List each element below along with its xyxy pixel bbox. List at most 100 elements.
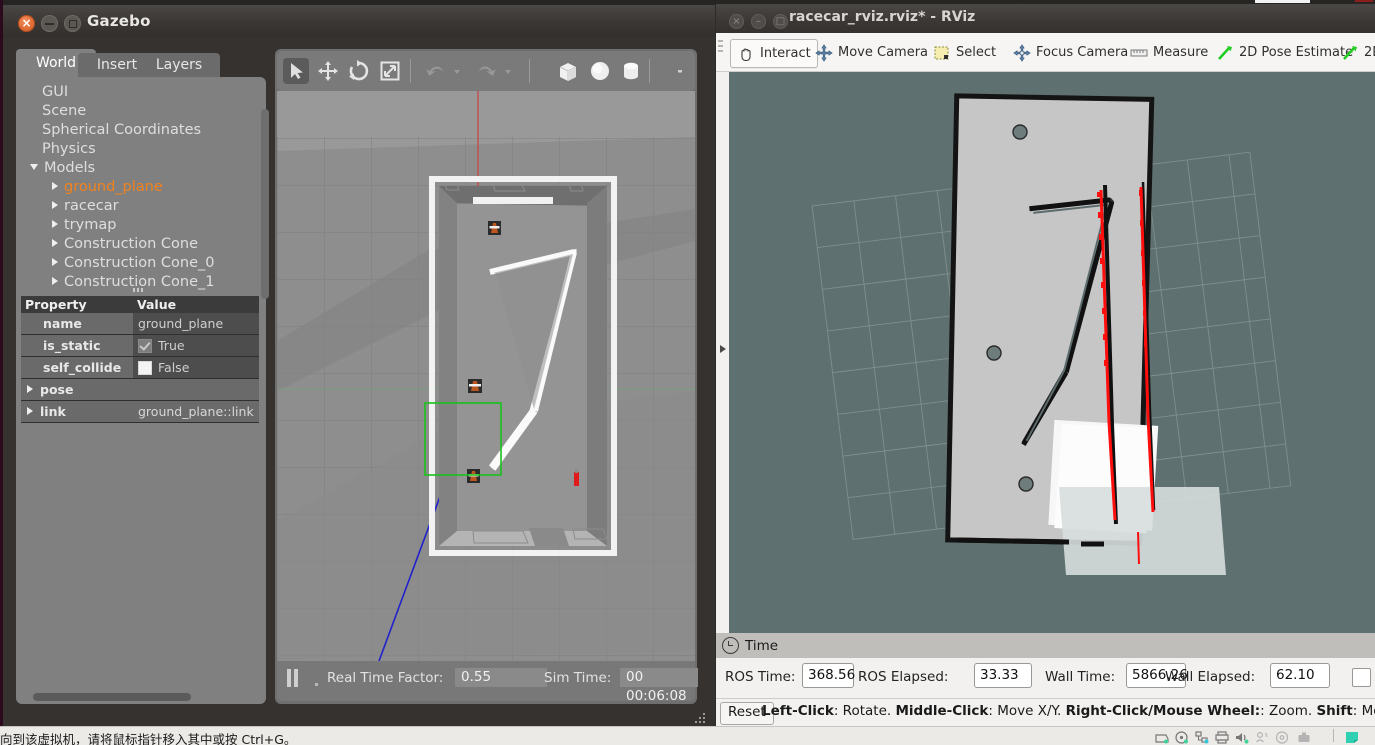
tree-item-label: Physics xyxy=(42,141,96,157)
property-table-header: Property Value xyxy=(21,296,259,313)
chevron-down-icon[interactable] xyxy=(30,164,38,170)
maximize-icon xyxy=(64,15,81,32)
checkbox-self_collide[interactable] xyxy=(138,360,152,375)
rviz-close-button[interactable]: × xyxy=(729,14,744,29)
property-row-pose[interactable]: pose xyxy=(21,379,259,401)
gazebo-close-button[interactable]: × xyxy=(18,15,35,32)
box-icon xyxy=(559,63,577,81)
rviz-experimental-checkbox[interactable] xyxy=(1352,668,1371,687)
tree-item-gui[interactable]: GUI xyxy=(30,83,68,102)
minimize-icon: – xyxy=(756,16,761,27)
hand-icon xyxy=(737,45,755,63)
rviz-tool-move-camera[interactable]: Move Camera xyxy=(815,39,928,66)
rviz-tool-measure[interactable]: Measure xyxy=(1130,39,1208,66)
time-label-3: Wall Elapsed: xyxy=(1165,669,1256,685)
sound-icon[interactable] xyxy=(1235,729,1249,744)
chevron-right-icon[interactable] xyxy=(52,277,58,285)
gazebo-toolbar xyxy=(277,51,695,91)
undo-arrow-icon xyxy=(426,66,443,76)
tree-item-construction-cone-0[interactable]: Construction Cone_0 xyxy=(52,254,215,273)
gazebo-tree-scrollbar[interactable] xyxy=(261,109,269,299)
rviz-tool-label: Move Camera xyxy=(838,45,929,60)
rviz-expand-dock-arrow[interactable] xyxy=(720,345,726,353)
time-value-0[interactable]: 368.56 xyxy=(802,663,855,688)
chevron-right-icon[interactable] xyxy=(52,239,58,247)
hint-part-5: : Zoom. xyxy=(1260,703,1317,719)
checkbox-is_static[interactable] xyxy=(138,338,152,353)
rviz-tool-label: 2D Pose Estimate xyxy=(1239,45,1354,60)
user-icon[interactable] xyxy=(1255,729,1269,743)
tree-item-scene[interactable]: Scene xyxy=(30,102,86,121)
chevron-right-icon[interactable] xyxy=(27,407,33,415)
cd-icon[interactable] xyxy=(1175,729,1189,744)
gazebo-horizontal-scrollbar[interactable] xyxy=(33,693,191,701)
usb-icon[interactable] xyxy=(1297,729,1311,742)
property-row-link[interactable]: link ground_plane::link xyxy=(21,401,259,423)
gazebo-window: × Gazebo World Insert Layers GUI Scene Spher… xyxy=(3,5,975,727)
rviz-tool-2d-pose-estimate[interactable]: 2D Pose Estimate xyxy=(1216,39,1353,66)
tree-item-physics[interactable]: Physics xyxy=(30,140,96,159)
gazebo-redo-tool[interactable] xyxy=(473,58,499,84)
gazebo-scale-tool[interactable] xyxy=(377,58,403,84)
rviz-maximize-button[interactable]: □ xyxy=(773,14,788,29)
time-value-3[interactable]: 62.10 xyxy=(1270,663,1330,688)
disc-icon[interactable] xyxy=(1275,729,1289,744)
rviz-toolbar-grip[interactable] xyxy=(718,40,723,56)
gazebo-box-tool[interactable] xyxy=(555,58,581,84)
property-key-label: pose xyxy=(40,382,74,397)
network-icon[interactable] xyxy=(1195,729,1209,744)
chevron-right-icon[interactable] xyxy=(52,258,58,266)
property-value-label: True xyxy=(158,338,185,353)
tree-item-ground-plane[interactable]: ground_plane xyxy=(52,178,163,197)
rviz-3d-viewport[interactable] xyxy=(729,72,1375,633)
tree-item-label: ground_plane xyxy=(64,179,163,195)
note-icon[interactable] xyxy=(1345,729,1359,743)
gazebo-cylinder-tool[interactable] xyxy=(618,58,644,84)
pose-arrow-icon xyxy=(1216,44,1234,62)
move-arrows-icon xyxy=(318,61,338,81)
rviz-tool-label: Focus Camera xyxy=(1036,45,1129,60)
gazebo-rotate-tool[interactable] xyxy=(346,58,372,84)
property-row-self_collide[interactable]: self_collide False xyxy=(21,357,259,379)
gazebo-more-tool[interactable] xyxy=(667,58,693,84)
tree-item-racecar[interactable]: racecar xyxy=(52,197,119,216)
tree-item-spherical-coordinates[interactable]: Spherical Coordinates xyxy=(30,121,201,140)
rviz-tool-select[interactable]: Select xyxy=(933,39,996,66)
gazebo-tab-layers[interactable]: Layers xyxy=(138,53,220,77)
rviz-tool-focus-camera[interactable]: Focus Camera xyxy=(1013,39,1128,66)
gazebo-resize-grip[interactable] xyxy=(693,713,707,727)
property-row-name[interactable]: name ground_plane xyxy=(21,313,259,335)
printer-icon[interactable] xyxy=(1215,729,1229,744)
chevron-right-icon[interactable] xyxy=(52,182,58,190)
gazebo-sphere-tool[interactable] xyxy=(587,58,613,84)
disk-icon[interactable] xyxy=(1155,729,1169,744)
property-row-is_static[interactable]: is_static True xyxy=(21,335,259,357)
gazebo-maximize-button[interactable] xyxy=(64,15,81,32)
close-icon: × xyxy=(732,16,741,27)
gazebo-select-tool[interactable] xyxy=(283,58,309,84)
tab-label: World xyxy=(35,55,77,71)
gazebo-undo-tool[interactable] xyxy=(423,58,449,84)
time-value-1[interactable]: 33.33 xyxy=(974,663,1032,688)
gazebo-splitter-handle[interactable] xyxy=(133,288,147,294)
gazebo-titlebar[interactable]: × Gazebo xyxy=(3,5,715,37)
chevron-right-icon[interactable] xyxy=(52,201,58,209)
gazebo-redo-dropdown[interactable] xyxy=(502,58,514,84)
minimize-icon xyxy=(41,15,58,32)
tree-item-construction-cone[interactable]: Construction Cone xyxy=(52,235,198,254)
hint-part-7: : Mo xyxy=(1352,703,1375,719)
chevron-right-icon[interactable] xyxy=(27,385,33,393)
rviz-tool-2d[interactable]: 2D xyxy=(1341,39,1375,66)
chevron-right-icon[interactable] xyxy=(52,220,58,228)
gazebo-undo-dropdown[interactable] xyxy=(451,58,463,84)
gazebo-translate-tool[interactable] xyxy=(315,58,341,84)
gazebo-3d-viewport[interactable] xyxy=(277,91,695,661)
rviz-minimize-button[interactable]: – xyxy=(751,14,766,29)
rviz-tool-interact[interactable]: Interact xyxy=(730,39,818,68)
tree-item-trymap[interactable]: trymap xyxy=(52,216,116,235)
hint-part-0: Left-Click xyxy=(762,703,834,719)
rviz-time-panel-title: Time xyxy=(745,637,779,654)
gazebo-minimize-button[interactable] xyxy=(41,15,58,32)
desktop-top-accent xyxy=(1355,0,1373,2)
tree-item-models[interactable]: Models xyxy=(30,159,95,178)
